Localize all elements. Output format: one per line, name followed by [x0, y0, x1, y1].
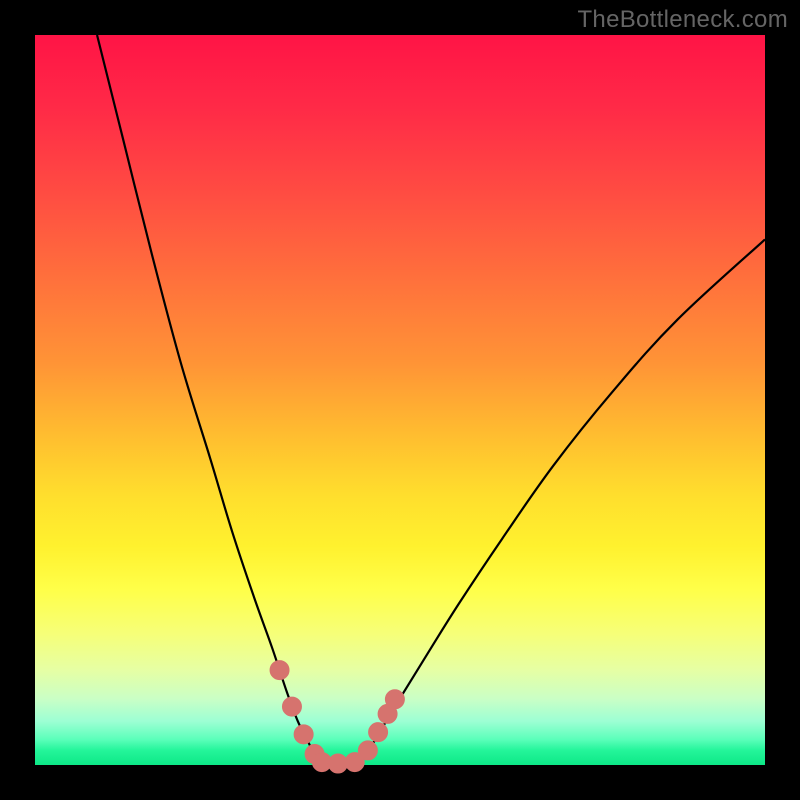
plot-area: [35, 35, 765, 765]
marker-dot: [328, 754, 347, 773]
marker-dot: [270, 661, 289, 680]
marker-dot: [369, 723, 388, 742]
marker-dot: [385, 690, 404, 709]
chart-frame: TheBottleneck.com: [0, 0, 800, 800]
marker-dot: [294, 725, 313, 744]
marker-dot: [282, 697, 301, 716]
curve-right-path: [356, 239, 765, 765]
watermark-text: TheBottleneck.com: [577, 6, 788, 34]
marker-dot: [358, 741, 377, 760]
curve-left-path: [97, 35, 323, 765]
marker-group: [270, 661, 404, 773]
curve-svg: [35, 35, 765, 765]
